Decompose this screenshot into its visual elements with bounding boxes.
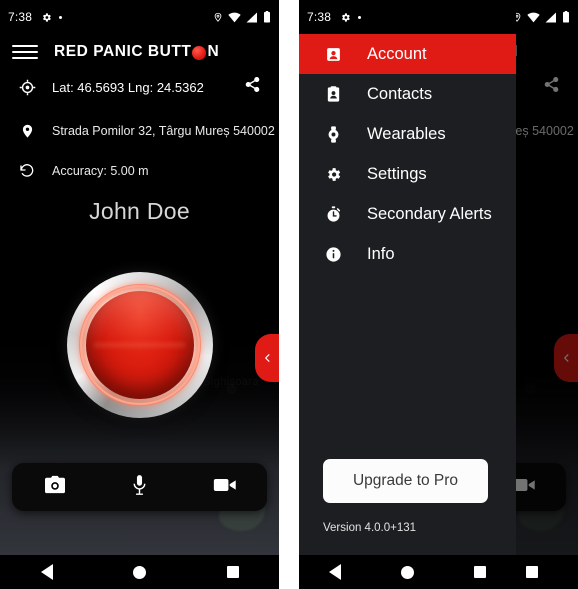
wifi-icon: [527, 12, 540, 23]
upgrade-to-pro-button[interactable]: Upgrade to Pro: [323, 459, 488, 503]
drawer-item-label: Info: [367, 244, 395, 263]
chevron-left-icon: [262, 351, 273, 365]
stopwatch-icon: [321, 205, 345, 223]
recents-square-icon: [226, 566, 239, 578]
app-title-suffix: N: [207, 43, 220, 60]
signal-icon: [246, 12, 258, 23]
phone-panel-dimmed: 7:38: [516, 0, 578, 589]
contacts-book-icon: [321, 85, 345, 103]
hamburger-icon[interactable]: [12, 45, 38, 59]
recents-square-icon: [525, 566, 538, 578]
coordinates-text: Lat: 46.5693 Lng: 24.5362: [52, 79, 204, 95]
location-icon: [213, 11, 223, 23]
panic-button-dome: [85, 291, 194, 399]
recents-square-icon: [473, 566, 486, 578]
navigation-drawer: Account Contacts Wearables Settings Seco…: [299, 34, 516, 589]
nav-home-button[interactable]: [93, 565, 186, 579]
coordinates-row: Lat: 46.5693 Lng: 24.5362: [0, 72, 279, 102]
address-row: Strada Pomilor 32, Târgu Mureș 540002: [0, 116, 279, 146]
header-title-row: RED PANIC BUTT N: [0, 34, 279, 70]
nav-recents-button[interactable]: [516, 566, 578, 578]
battery-icon: [263, 11, 271, 23]
drawer-collapse-tab[interactable]: [255, 334, 279, 382]
page-title: RED PANIC BUTT N: [54, 43, 219, 61]
share-icon[interactable]: [240, 72, 265, 102]
status-bar: 7:38: [0, 0, 279, 34]
drawer-item-secondary-alerts[interactable]: Secondary Alerts: [299, 194, 516, 234]
microphone-icon: [131, 474, 148, 501]
signal-icon: [545, 12, 557, 23]
nav-back-button[interactable]: [0, 564, 93, 580]
video-camera-icon: [213, 476, 237, 499]
app-root-dimmed: 7:38: [516, 0, 578, 589]
location-icon: [516, 11, 522, 23]
refresh-icon: [14, 163, 40, 179]
drawer-item-label: Secondary Alerts: [367, 204, 492, 223]
phone-panel-main: Sighișoara Cristești 7:38: [0, 0, 279, 589]
wifi-icon: [228, 12, 241, 23]
phone-panel-drawer: 7:38 Account Contacts Wearables Settings…: [299, 0, 516, 589]
accuracy-row: Accuracy: 5.00 m: [0, 156, 279, 186]
gear-icon: [321, 166, 345, 183]
status-bar-drawer: 7:38: [299, 0, 516, 34]
drawer-item-label: Account: [367, 44, 427, 63]
app-root-main: Sighișoara Cristești 7:38: [0, 0, 279, 589]
drawer-item-label: Settings: [367, 164, 427, 183]
app-header: RED PANIC BUTT N Lat: 46.5693 Lng: 24.53…: [0, 34, 279, 186]
nav-back-button[interactable]: [299, 564, 371, 580]
drawer-item-wearables[interactable]: Wearables: [299, 114, 516, 154]
camera-icon: [44, 475, 66, 500]
gear-icon: [340, 12, 351, 23]
back-triangle-icon: [40, 564, 53, 580]
panel-separator: [279, 0, 299, 589]
gps-crosshair-icon: [14, 79, 40, 96]
accuracy-text: Accuracy: 5.00 m: [52, 164, 149, 178]
status-bar-time: 7:38: [307, 10, 332, 24]
drawer-item-info[interactable]: Info: [299, 234, 516, 274]
camera-button[interactable]: [12, 475, 97, 500]
panic-button[interactable]: [66, 272, 213, 418]
battery-icon: [562, 11, 570, 23]
watch-icon: [321, 125, 345, 143]
drawer-item-settings[interactable]: Settings: [299, 154, 516, 194]
android-nav-bar: [299, 555, 516, 589]
home-circle-icon: [400, 565, 414, 579]
drawer-item-label: Wearables: [367, 124, 446, 143]
map-pin-icon: [14, 122, 40, 140]
nav-home-button[interactable]: [371, 565, 443, 579]
app-title-prefix: RED PANIC BUTT: [54, 43, 192, 60]
dimmed-app-clip: 7:38: [516, 0, 578, 589]
address-text: Strada Pomilor 32, Târgu Mureș 540002: [52, 124, 275, 138]
user-name: John Doe: [89, 198, 190, 224]
app-root-drawer: 7:38 Account Contacts Wearables Settings…: [299, 0, 516, 589]
status-bar-time: 7:38: [8, 10, 33, 24]
android-nav-bar: [0, 555, 279, 589]
nav-recents-button[interactable]: [444, 566, 516, 578]
version-label: Version 4.0.0+131: [323, 522, 417, 534]
drawer-scrim-overlay[interactable]: [516, 34, 578, 555]
screenshot-stage: Sighișoara Cristești 7:38: [0, 0, 578, 589]
nav-recents-button[interactable]: [186, 566, 279, 578]
dot-indicator: [59, 15, 63, 19]
title-red-dot-icon: [192, 46, 207, 60]
dot-indicator: [358, 15, 362, 19]
drawer-item-label: Contacts: [367, 84, 433, 103]
android-nav-bar: [516, 555, 578, 589]
gear-icon: [41, 12, 52, 23]
status-bar-dimmed: 7:38: [516, 0, 578, 34]
drawer-item-contacts[interactable]: Contacts: [299, 74, 516, 114]
microphone-button[interactable]: [97, 474, 182, 501]
drawer-item-account[interactable]: Account: [299, 34, 516, 74]
action-bar: [12, 463, 267, 511]
back-triangle-icon: [329, 564, 342, 580]
video-button[interactable]: [182, 476, 267, 499]
account-badge-icon: [321, 46, 345, 63]
info-icon: [321, 246, 345, 263]
home-circle-icon: [133, 565, 146, 579]
